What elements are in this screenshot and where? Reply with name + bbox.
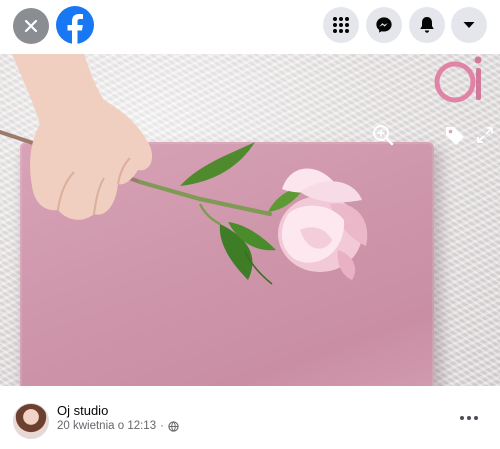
top-bar [0, 0, 500, 53]
globe-icon [168, 420, 179, 432]
photo-actions [372, 124, 494, 146]
fullscreen-icon[interactable] [476, 126, 494, 144]
photo-viewer: Oj studio 20 kwietnia o 12:13 · [0, 0, 500, 449]
studio-watermark [434, 56, 482, 103]
author-name[interactable]: Oj studio [57, 403, 108, 418]
bell-icon [420, 17, 434, 33]
close-icon [24, 19, 38, 33]
close-button[interactable] [13, 8, 49, 44]
rose-illustration [0, 54, 482, 285]
account-button[interactable] [451, 7, 487, 43]
post-photo[interactable] [0, 54, 500, 386]
meta-separator: · [160, 420, 164, 432]
messenger-button[interactable] [366, 7, 402, 43]
facebook-logo-link[interactable] [56, 6, 94, 44]
more-horizontal-icon [460, 416, 464, 420]
tag-icon[interactable] [444, 124, 466, 146]
post-footer: Oj studio 20 kwietnia o 12:13 · [0, 386, 500, 449]
facebook-logo-icon [67, 14, 83, 44]
post-meta: 20 kwietnia o 12:13 · [57, 420, 179, 432]
zoom-in-icon[interactable] [372, 124, 394, 146]
menu-button[interactable] [323, 7, 359, 43]
more-options-button[interactable] [454, 406, 484, 430]
menu-grid-icon [333, 17, 349, 33]
notifications-button[interactable] [409, 7, 445, 43]
chevron-down-icon [463, 22, 475, 28]
avatar[interactable] [13, 403, 49, 439]
post-date[interactable]: 20 kwietnia o 12:13 [57, 420, 156, 432]
messenger-icon [376, 17, 392, 33]
